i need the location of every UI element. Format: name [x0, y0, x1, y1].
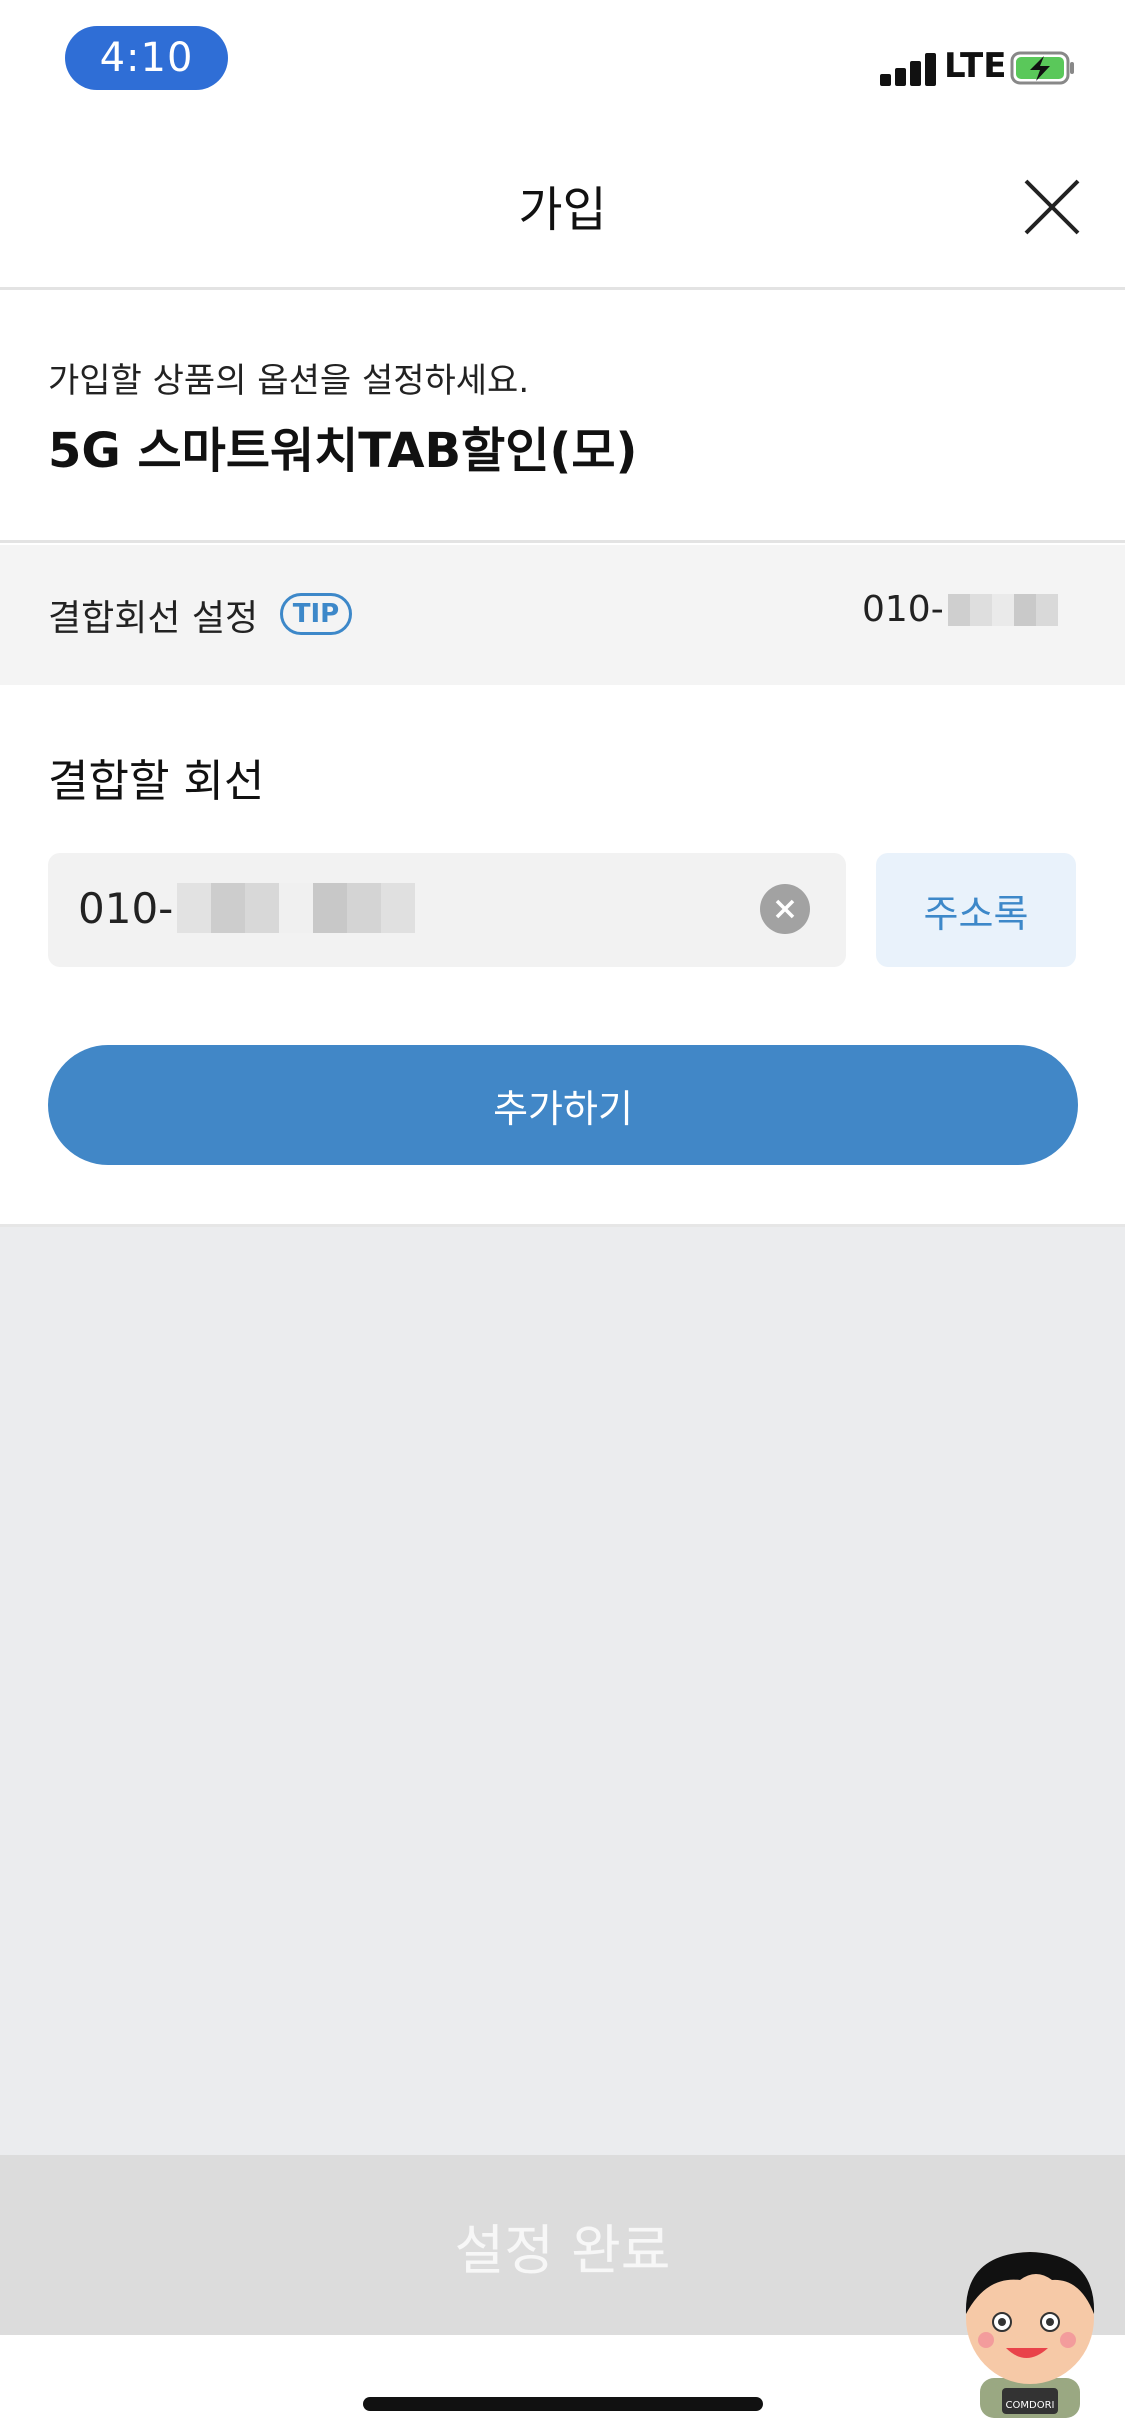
phone-number-prefix: 010-: [78, 883, 174, 933]
redacted-number-mosaic: [947, 593, 1058, 626]
combined-lines-list-area: [0, 1227, 1125, 2155]
page-title: 가입: [518, 182, 607, 238]
combined-line-setting-label: 결합회선 설정: [48, 598, 259, 639]
status-bar: 4:10 LTE: [0, 0, 1125, 130]
combined-line-setting-row: 결합회선 설정 TIP 010-: [0, 545, 1125, 685]
intro-subtitle: 가입할 상품의 옵션을 설정하세요.: [48, 361, 530, 401]
combined-line-phone: 010-: [862, 589, 1058, 630]
battery-charging-icon: [1010, 51, 1074, 85]
combined-line-phone-prefix: 010-: [862, 589, 944, 630]
network-type-label: LTE: [944, 46, 1007, 86]
home-indicator[interactable]: [363, 2397, 763, 2411]
product-intro: 가입할 상품의 옵션을 설정하세요. 5G 스마트워치TAB할인(모): [0, 293, 1125, 543]
product-name: 5G 스마트워치TAB할인(모): [48, 423, 638, 479]
status-time: 4:10: [65, 26, 228, 90]
add-button[interactable]: 추가하기: [48, 1045, 1078, 1165]
signal-icon: [880, 52, 938, 86]
redacted-number-mosaic: [177, 883, 416, 933]
navigation-header: 가입: [0, 130, 1125, 290]
close-icon[interactable]: [1020, 175, 1084, 239]
tip-badge[interactable]: TIP: [280, 593, 352, 635]
mascot-watermark: COMDORI: [965, 2252, 1095, 2418]
clear-icon[interactable]: [760, 884, 810, 934]
phone-number-value: 010-: [78, 883, 416, 933]
clear-x-glyph: [775, 899, 795, 919]
section-title: 결합할 회선: [48, 756, 265, 807]
svg-text:COMDORI: COMDORI: [1006, 2400, 1055, 2411]
address-book-button[interactable]: 주소록: [876, 853, 1076, 967]
line-to-combine-section: 결합할 회선 010- 주소록 추가하기: [0, 685, 1125, 1227]
phone-number-input[interactable]: 010-: [48, 853, 846, 967]
